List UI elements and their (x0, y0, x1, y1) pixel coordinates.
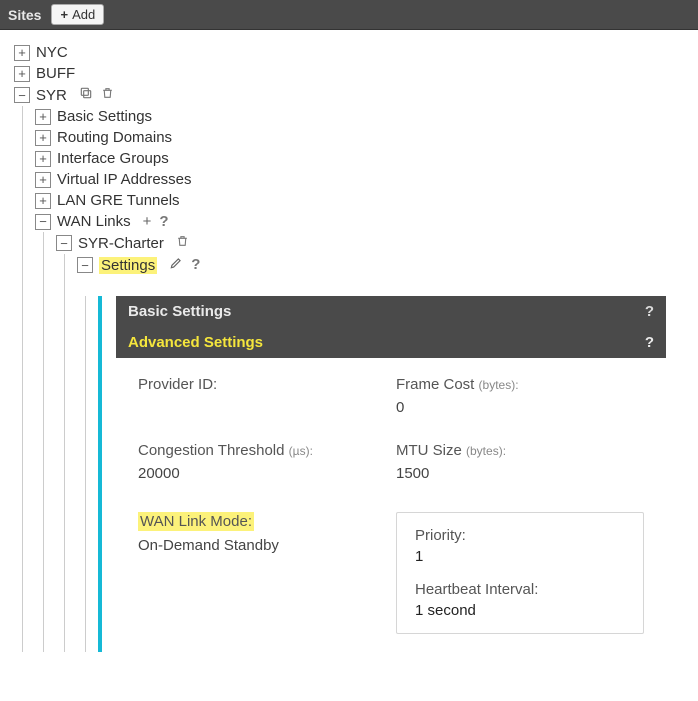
field-value: 0 (396, 399, 644, 416)
plus-icon: + (60, 7, 68, 22)
wan-link-syr-charter[interactable]: − SYR-Charter (56, 232, 698, 254)
section-title: Advanced Settings (128, 334, 263, 351)
syr-virtual-ip[interactable]: + Virtual IP Addresses (35, 169, 698, 190)
field-value: On-Demand Standby (138, 537, 386, 554)
syr-lan-gre[interactable]: + LAN GRE Tunnels (35, 190, 698, 211)
expand-icon[interactable]: + (35, 151, 51, 167)
syr-wan-links[interactable]: − WAN Links + ? (35, 211, 698, 232)
collapse-icon[interactable]: − (35, 214, 51, 230)
copy-icon[interactable] (79, 86, 93, 104)
label-text: MTU Size (396, 442, 462, 459)
edit-icon[interactable] (169, 256, 183, 274)
field-label: Frame Cost (bytes): (396, 376, 644, 393)
field-label: Heartbeat Interval: (415, 581, 625, 598)
site-buff[interactable]: + BUFF (14, 63, 698, 84)
field-label: MTU Size (bytes): (396, 442, 644, 459)
site-label: NYC (36, 44, 68, 61)
delete-icon[interactable] (101, 86, 114, 104)
field-value: 20000 (138, 465, 386, 482)
help-icon[interactable]: ? (645, 334, 654, 351)
field-label: Congestion Threshold (µs): (138, 442, 386, 459)
basic-settings-section-header[interactable]: Basic Settings ? (116, 296, 666, 327)
label-text: Congestion Threshold (138, 442, 284, 459)
site-label: BUFF (36, 65, 75, 82)
expand-icon[interactable]: + (14, 45, 30, 61)
field-priority: Priority: 1 (415, 527, 625, 565)
field-value: 1 (415, 548, 625, 565)
syr-interface-groups[interactable]: + Interface Groups (35, 148, 698, 169)
syr-routing-domains[interactable]: + Routing Domains (35, 127, 698, 148)
sites-tree: + NYC + BUFF − SYR + Basic Set (0, 30, 698, 652)
field-provider-id: Provider ID: (138, 376, 386, 416)
tree-item-label: LAN GRE Tunnels (57, 192, 180, 209)
add-icon[interactable]: + (143, 213, 152, 230)
expand-icon[interactable]: + (35, 130, 51, 146)
field-mtu-size: MTU Size (bytes): 1500 (396, 442, 644, 482)
field-label: WAN Link Mode: (138, 512, 254, 531)
help-icon[interactable]: ? (645, 303, 654, 320)
field-frame-cost: Frame Cost (bytes): 0 (396, 376, 644, 416)
add-site-button[interactable]: + Add (51, 4, 104, 25)
wan-link-settings[interactable]: − Settings ? (77, 254, 698, 276)
field-heartbeat-interval: Heartbeat Interval: 1 second (415, 581, 625, 619)
tree-item-label: Settings (99, 257, 157, 274)
field-congestion-threshold: Congestion Threshold (µs): 20000 (138, 442, 386, 482)
field-value: 1 second (415, 602, 625, 619)
expand-icon[interactable]: + (14, 66, 30, 82)
label-text: Frame Cost (396, 376, 474, 393)
advanced-settings-section-header[interactable]: Advanced Settings ? (116, 327, 666, 358)
add-label: Add (72, 7, 95, 22)
help-icon[interactable]: ? (159, 213, 168, 230)
tree-item-label: WAN Links (57, 213, 131, 230)
tree-item-label: SYR-Charter (78, 235, 164, 252)
expand-icon[interactable]: + (35, 193, 51, 209)
help-icon[interactable]: ? (191, 256, 200, 274)
wan-mode-details-box: Priority: 1 Heartbeat Interval: 1 second (396, 512, 644, 634)
advanced-settings-body: Provider ID: Frame Cost (bytes): (116, 358, 666, 652)
field-wan-link-mode: WAN Link Mode: On-Demand Standby (138, 512, 386, 634)
site-nyc[interactable]: + NYC (14, 42, 698, 63)
field-label: Priority: (415, 527, 625, 544)
label-unit: (bytes): (466, 444, 506, 458)
site-syr[interactable]: − SYR (14, 84, 698, 106)
label-unit: (bytes): (479, 378, 519, 392)
expand-icon[interactable]: + (35, 109, 51, 125)
tree-item-label: Virtual IP Addresses (57, 171, 192, 188)
syr-basic-settings[interactable]: + Basic Settings (35, 106, 698, 127)
tree-item-label: Interface Groups (57, 150, 169, 167)
collapse-icon[interactable]: − (14, 87, 30, 103)
field-value: 1500 (396, 465, 644, 482)
site-label: SYR (36, 87, 67, 104)
settings-panel: Basic Settings ? Advanced Settings ? (98, 296, 666, 652)
delete-icon[interactable] (176, 234, 189, 252)
sites-header: Sites + Add (0, 0, 698, 30)
tree-item-label: Basic Settings (57, 108, 152, 125)
collapse-icon[interactable]: − (77, 257, 93, 273)
tree-item-label: Routing Domains (57, 129, 172, 146)
field-label: Provider ID: (138, 376, 386, 393)
sites-title: Sites (8, 7, 41, 23)
label-unit: (µs): (289, 444, 313, 458)
expand-icon[interactable]: + (35, 172, 51, 188)
section-title: Basic Settings (128, 303, 231, 320)
collapse-icon[interactable]: − (56, 235, 72, 251)
